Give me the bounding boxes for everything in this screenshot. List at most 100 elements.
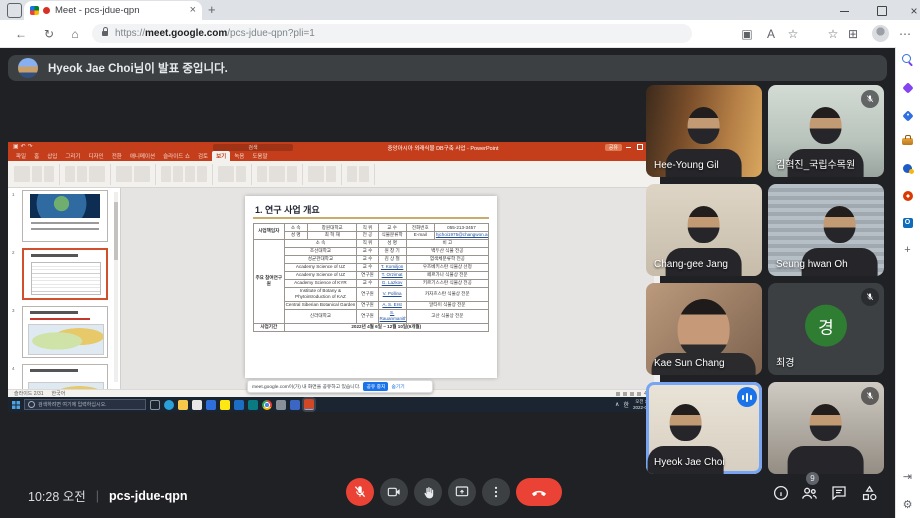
close-tab-icon[interactable]: ×	[190, 5, 196, 16]
app-icon[interactable]	[248, 400, 258, 410]
mail-app-icon[interactable]	[206, 400, 216, 410]
ppt-tab-record[interactable]: 녹음	[230, 151, 248, 161]
browser-menu-icon[interactable]: ⋯	[896, 26, 914, 42]
sidebar-tag-icon[interactable]	[900, 108, 915, 123]
windows-start-icon[interactable]	[12, 401, 20, 409]
tab-actions-icon[interactable]	[7, 3, 22, 18]
view-sorter-icon[interactable]	[623, 392, 627, 396]
ppt-tab-review[interactable]: 검토	[194, 151, 212, 161]
app-icon[interactable]	[192, 400, 202, 410]
sidebar-settings-icon[interactable]: ⚙	[900, 498, 915, 513]
ppt-tab-help[interactable]: 도움말	[248, 151, 271, 161]
cell: 소 속	[284, 224, 308, 232]
view-normal-icon[interactable]	[616, 392, 620, 396]
sidebar-tools-icon[interactable]	[900, 134, 915, 149]
language-indicator[interactable]: 한국어	[52, 390, 66, 397]
ppt-maximize-button[interactable]	[636, 144, 644, 150]
task-view-icon[interactable]	[150, 400, 160, 410]
ribbon-group[interactable]	[347, 164, 375, 185]
ppt-share-button[interactable]: 공유	[605, 144, 622, 151]
ppt-tab-design[interactable]: 디자인	[85, 151, 108, 161]
window-close-button[interactable]: ×	[904, 6, 920, 16]
window-maximize-button[interactable]	[872, 6, 892, 16]
participant-tile[interactable]	[768, 382, 884, 474]
thumbnail-scrollbar[interactable]	[114, 192, 118, 382]
ribbon-group[interactable]	[14, 164, 60, 185]
participant-tile[interactable]: 김혁진_국립수목원	[768, 85, 884, 177]
ime-indicator[interactable]: 한	[623, 400, 629, 409]
presenting-banner: Hyeok Jae Choi님이 발표 중입니다.	[8, 55, 887, 81]
ppt-tab-view[interactable]: 보기	[212, 151, 230, 161]
ppt-tab-slideshow[interactable]: 슬라이드 쇼	[159, 151, 194, 161]
sidebar-panel-icon[interactable]: ⇥	[900, 470, 915, 485]
stop-sharing-button[interactable]: 공유 중지	[363, 382, 388, 391]
favorites-bar-icon[interactable]: ☆	[824, 26, 842, 42]
tray-up-icon[interactable]: ∧	[615, 401, 619, 408]
participant-tile-active-speaker[interactable]: Hyeok Jae Choi	[646, 382, 762, 474]
present-button[interactable]	[448, 478, 476, 506]
more-options-button[interactable]	[482, 478, 510, 506]
raise-hand-button[interactable]	[414, 478, 442, 506]
ppt-tab-home[interactable]: 홈	[30, 151, 43, 161]
meeting-details-button[interactable]	[770, 482, 792, 504]
app-icon[interactable]	[276, 400, 286, 410]
slide-thumbnail-1[interactable]	[22, 190, 108, 242]
sidebar-shopping-icon[interactable]	[900, 161, 915, 176]
hide-toast-button[interactable]: 숨기기	[391, 383, 404, 390]
file-explorer-icon[interactable]	[178, 400, 188, 410]
participant-tile[interactable]: Hee-Young Gil	[646, 85, 762, 177]
mic-toggle-button[interactable]	[346, 478, 374, 506]
ppt-tab-animations[interactable]: 애니메이션	[126, 151, 159, 161]
ribbon-group[interactable]	[116, 164, 156, 185]
windows-search-box[interactable]: 검색하려면 여기에 입력하십시오.	[24, 399, 146, 410]
ribbon-group[interactable]	[308, 164, 342, 185]
new-tab-button[interactable]: +	[208, 2, 216, 17]
sidebar-search-icon[interactable]	[900, 52, 915, 67]
address-bar[interactable]: https://meet.google.com/pcs-jdue-qpn?pli…	[92, 24, 692, 43]
participant-tile[interactable]: Chang-gee Jang	[646, 184, 762, 276]
slide-thumbnail-2-selected[interactable]	[22, 248, 108, 300]
participant-tile[interactable]: Kae Sun Chang	[646, 283, 762, 375]
end-call-button[interactable]	[516, 478, 562, 506]
sidebar-office-icon[interactable]	[900, 188, 915, 203]
participant-tile[interactable]: Seung hwan Oh	[768, 184, 884, 276]
ppt-tab-draw[interactable]: 그리기	[61, 151, 84, 161]
show-people-button[interactable]	[798, 482, 820, 504]
profile-avatar[interactable]	[872, 25, 889, 42]
tab-media-icon[interactable]: ▣	[738, 26, 756, 42]
back-icon[interactable]: ←	[12, 26, 30, 42]
ppt-quick-access-icons[interactable]: ▣↶↷	[13, 143, 35, 150]
sidebar-outlook-icon[interactable]: O	[900, 215, 915, 230]
browser-tab[interactable]: Meet - pcs-jdue-qpn ×	[24, 1, 202, 20]
ppt-search-box[interactable]: 검색	[213, 144, 293, 151]
home-icon[interactable]: ⌂	[66, 26, 84, 42]
app-icon[interactable]	[290, 400, 300, 410]
view-reading-icon[interactable]	[630, 392, 634, 396]
kakaotalk-icon[interactable]	[220, 400, 230, 410]
participant-tile[interactable]: 경 최경	[768, 283, 884, 375]
ribbon-group[interactable]	[65, 164, 111, 185]
ribbon-group[interactable]	[218, 164, 252, 185]
edge-app-icon[interactable]	[164, 400, 174, 410]
chat-button[interactable]	[828, 482, 850, 504]
activities-button[interactable]	[858, 482, 880, 504]
sidebar-add-icon[interactable]: +	[900, 243, 915, 258]
ppt-minimize-button[interactable]	[624, 144, 632, 150]
ribbon-group[interactable]	[257, 164, 303, 185]
refresh-icon[interactable]: ↻	[40, 26, 58, 42]
ppt-tab-file[interactable]: 파일	[12, 151, 30, 161]
powerpoint-app-icon[interactable]	[304, 399, 314, 410]
word-app-icon[interactable]	[234, 400, 244, 410]
ppt-tab-transitions[interactable]: 전환	[108, 151, 126, 161]
sidebar-discover-icon[interactable]	[900, 80, 915, 95]
read-aloud-icon[interactable]: A	[762, 26, 780, 42]
ppt-tab-insert[interactable]: 삽입	[43, 151, 61, 161]
ribbon-group[interactable]	[161, 164, 213, 185]
slide-thumbnail-3[interactable]	[22, 306, 108, 358]
view-slideshow-icon[interactable]	[637, 392, 641, 396]
chrome-app-icon[interactable]	[262, 400, 272, 410]
favorites-star-icon[interactable]: ☆	[784, 26, 802, 42]
window-minimize-button[interactable]	[834, 6, 854, 16]
camera-toggle-button[interactable]	[380, 478, 408, 506]
collections-icon[interactable]: ⊞	[844, 26, 862, 42]
